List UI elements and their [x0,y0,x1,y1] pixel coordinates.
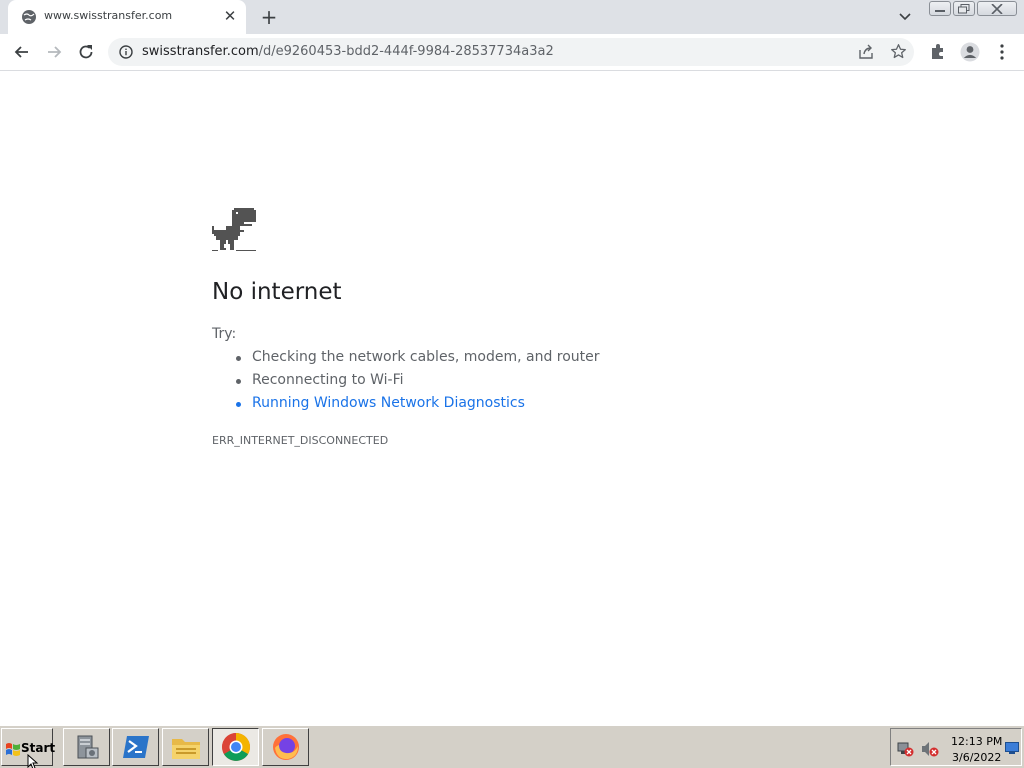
taskbar-server-manager[interactable] [63,728,110,766]
tab-search-chevron-icon[interactable] [897,8,913,24]
profile-avatar-icon[interactable] [960,42,980,62]
suggestion-list: Checking the network cables, modem, and … [212,349,600,418]
mouse-cursor-icon [27,754,39,768]
clock-time[interactable]: 12:13 PM [951,735,1002,748]
close-icon [991,3,1003,14]
chrome-icon [221,733,250,761]
error-title: No internet [212,279,342,305]
share-icon[interactable] [858,44,874,60]
address-bar[interactable]: swisstransfer.com/d/e9260453-bdd2-444f-9… [108,38,914,66]
tab-title: www.swisstransfer.com [44,9,173,22]
taskbar: Start 12:13 PM 3/6/2022 [0,725,1024,768]
bookmark-star-icon[interactable] [890,43,907,60]
error-code: ERR_INTERNET_DISCONNECTED [212,434,389,447]
window-close-button[interactable] [977,1,1017,16]
windows-flag-icon [6,743,20,756]
taskbar-powershell[interactable] [112,728,159,766]
file-explorer-icon [171,739,200,759]
suggestion-check-cables: Checking the network cables, modem, and … [212,349,600,372]
window-minimize-button[interactable] [929,1,951,16]
browser-tab[interactable]: www.swisstransfer.com ✕ [8,0,246,34]
reload-icon[interactable] [76,42,96,62]
volume-muted-icon[interactable] [921,741,939,757]
url-path: /d/e9260453-bdd2-444f-9984-28537734a3a2 [258,44,554,59]
extensions-puzzle-icon[interactable] [929,43,947,61]
kebab-menu-icon[interactable] [993,43,1011,61]
powershell-icon [122,736,149,758]
firefox-icon [272,734,299,760]
taskbar-firefox[interactable] [262,728,309,766]
system-tray: 12:13 PM 3/6/2022 [890,728,1022,766]
start-label: Start [21,741,56,755]
restore-icon [958,3,970,13]
dinosaur-icon [212,208,256,251]
browser-toolbar: swisstransfer.com/d/e9260453-bdd2-444f-9… [0,34,1024,71]
tab-strip: www.swisstransfer.com ✕ + [0,0,1024,34]
window-restore-button[interactable] [953,1,975,16]
site-info-icon[interactable] [119,45,133,59]
url-text[interactable]: swisstransfer.com/d/e9260453-bdd2-444f-9… [142,44,554,59]
url-host: swisstransfer.com [142,44,259,59]
server-manager-icon [77,735,98,759]
clock-date[interactable]: 3/6/2022 [952,751,1001,764]
taskbar-file-explorer[interactable] [162,728,209,766]
network-diagnostics-link[interactable]: Running Windows Network Diagnostics [212,395,600,418]
globe-icon [22,10,36,24]
show-desktop-icon[interactable] [1005,741,1019,755]
forward-arrow-icon[interactable] [44,42,64,62]
tab-close-icon[interactable]: ✕ [222,8,238,24]
new-tab-button[interactable]: + [258,6,280,28]
try-label: Try: [212,326,237,342]
suggestion-reconnect-wifi: Reconnecting to Wi-Fi [212,372,600,395]
minimize-icon [935,9,945,12]
network-disconnected-icon[interactable] [896,741,914,757]
taskbar-chrome[interactable] [212,728,259,766]
back-arrow-icon[interactable] [12,42,32,62]
